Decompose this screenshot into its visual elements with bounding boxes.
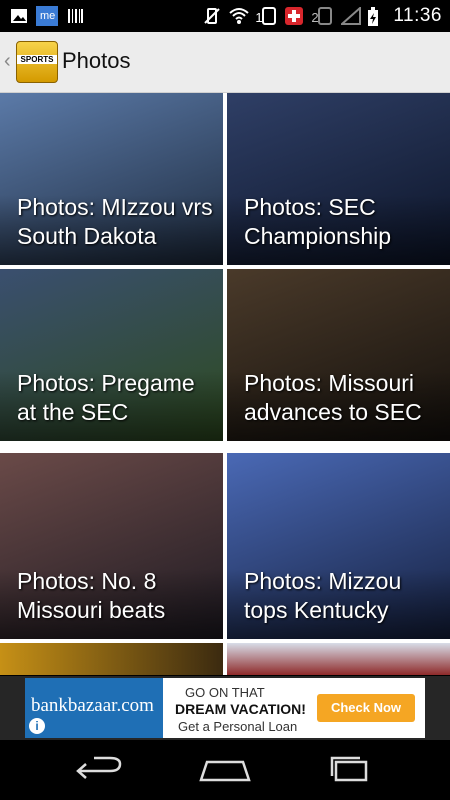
ad-subline: Get a Personal Loan — [178, 719, 298, 734]
back-icon[interactable] — [72, 754, 128, 786]
gallery-tile[interactable]: Photos: MIzzou vrs South Dakota — [0, 93, 223, 265]
vibrate-icon — [203, 7, 221, 25]
spider-me-icon: me — [36, 6, 58, 26]
gallery-tile-partial[interactable] — [227, 643, 450, 675]
ad-cta-button[interactable]: Check Now — [317, 694, 415, 722]
gallery-tile[interactable]: Photos: Missouri advances to SEC — [227, 269, 450, 441]
app-logo[interactable]: SPORTS — [16, 41, 58, 83]
sim-2-icon: 2 — [311, 7, 333, 25]
wifi-icon — [229, 7, 250, 25]
gallery-tile-caption: Photos: No. 8 Missouri beats — [17, 568, 166, 623]
swiss-cross-icon — [285, 7, 304, 25]
gallery-tile-caption: Photos: Pregame at the SEC — [17, 370, 195, 425]
photo-gallery-grid: Photos: MIzzou vrs South Dakota Photos: … — [0, 93, 450, 675]
recent-apps-icon[interactable] — [322, 754, 378, 786]
battery-icon — [367, 7, 385, 26]
image-icon — [10, 7, 28, 25]
gallery-tile-caption: Photos: Missouri advances to SEC — [244, 370, 422, 425]
ad-headline: GO ON THAT — [185, 685, 265, 700]
gallery-tile[interactable]: Photos: Pregame at the SEC — [0, 269, 223, 441]
gallery-tile[interactable]: Photos: SEC Championship — [227, 93, 450, 265]
ad-headline-emphasis: DREAM VACATION! — [175, 701, 306, 717]
sim-1-icon: 1 — [255, 7, 277, 25]
status-time: 11:36 — [393, 5, 442, 26]
gallery-tile-partial[interactable] — [0, 643, 223, 675]
gallery-tile-caption: Photos: MIzzou vrs South Dakota — [17, 194, 213, 249]
barcode-icon — [66, 7, 84, 25]
ad-content[interactable]: bankbazaar.com i GO ON THAT DREAM VACATI… — [25, 678, 425, 738]
gallery-tile-caption: Photos: Mizzou tops Kentucky — [244, 568, 402, 623]
gallery-tile[interactable]: Photos: No. 8 Missouri beats — [0, 453, 223, 639]
gallery-tile-caption: Photos: SEC Championship — [244, 194, 392, 249]
signal-icon — [339, 5, 362, 25]
system-nav-bar — [0, 740, 450, 800]
ad-info-icon[interactable]: i — [29, 718, 45, 734]
status-bar: me 1 2 11:36 — [0, 0, 450, 32]
action-bar: ‹ SPORTS Photos — [0, 32, 450, 93]
app-logo-text: SPORTS — [17, 55, 57, 64]
gallery-tile[interactable]: Photos: Mizzou tops Kentucky — [227, 453, 450, 639]
ad-banner: bankbazaar.com i GO ON THAT DREAM VACATI… — [0, 676, 450, 740]
up-chevron-icon[interactable]: ‹ — [4, 50, 11, 73]
ad-brand-panel: bankbazaar.com i — [25, 678, 163, 738]
home-icon[interactable] — [197, 754, 253, 786]
page-title: Photos — [62, 48, 131, 73]
ad-brand-name: bankbazaar.com — [31, 695, 154, 716]
